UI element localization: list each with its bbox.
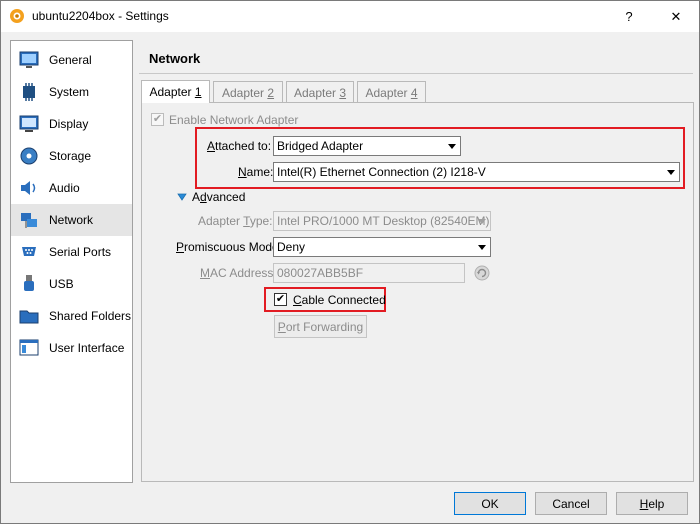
sidebar-item-user-interface[interactable]: User Interface xyxy=(11,332,132,364)
attached-to-select[interactable]: Bridged Adapter xyxy=(273,136,461,156)
tab-label: Adapter 1 xyxy=(149,85,202,99)
usb-icon xyxy=(17,272,41,296)
general-icon xyxy=(17,48,41,72)
sidebar-item-shared-folders[interactable]: Shared Folders xyxy=(11,300,132,332)
help-button[interactable]: Help xyxy=(616,492,688,515)
sidebar-item-label: Storage xyxy=(49,149,92,163)
sidebar-item-label: System xyxy=(49,85,90,99)
refresh-mac-button[interactable] xyxy=(473,264,491,282)
port-forwarding-label: Port Forwarding xyxy=(277,319,364,334)
sidebar-item-serial-ports[interactable]: Serial Ports xyxy=(11,236,132,268)
sidebar-item-network[interactable]: Network xyxy=(11,204,132,236)
network-icon xyxy=(17,208,41,232)
close-window-button[interactable]: ✕ xyxy=(653,1,699,32)
mac-address-label: MAC Address: xyxy=(200,266,277,280)
display-monitor-icon xyxy=(17,112,41,136)
audio-speaker-icon xyxy=(17,176,41,200)
sidebar-item-label: Display xyxy=(49,117,89,131)
promiscuous-mode-label: Promiscuous Mode: xyxy=(176,240,283,254)
tab-label: Adapter 4 xyxy=(365,85,418,100)
sidebar-item-label: General xyxy=(49,53,92,67)
tab-label: Adapter 2 xyxy=(221,85,275,100)
sidebar-item-label: Network xyxy=(49,213,94,227)
serial-port-icon xyxy=(17,240,41,264)
ok-button[interactable]: OK xyxy=(454,492,526,515)
sidebar-item-label: Audio xyxy=(49,181,80,195)
title-divider xyxy=(139,73,693,74)
promiscuous-mode-value: Deny xyxy=(277,240,306,254)
promiscuous-mode-select[interactable]: Deny xyxy=(273,237,491,257)
cancel-button[interactable]: Cancel xyxy=(535,492,607,515)
advanced-toggle[interactable]: Advanced xyxy=(177,190,245,204)
title-bar: ubuntu2204box - Settings ? ✕ xyxy=(1,1,699,32)
sidebar-item-usb[interactable]: USB xyxy=(11,268,132,300)
tab-label: Adapter 3 xyxy=(293,85,347,100)
sidebar-item-audio[interactable]: Audio xyxy=(11,172,132,204)
sidebar-item-label: Shared Folders xyxy=(49,309,132,323)
help-button-label: Help xyxy=(639,496,665,511)
sidebar-item-general[interactable]: General xyxy=(11,44,132,76)
sidebar-item-system[interactable]: System xyxy=(11,76,132,108)
cable-connected-checkbox[interactable]: ✔ xyxy=(274,293,287,306)
enable-adapter-label: Enable Network Adapter xyxy=(169,113,299,127)
port-forwarding-button[interactable]: Port Forwarding xyxy=(274,315,367,338)
adapter-type-label: Adapter Type: xyxy=(198,214,273,228)
sidebar-item-display[interactable]: Display xyxy=(11,108,132,140)
mac-address-field[interactable]: 080027ABB5BF xyxy=(273,263,465,283)
adapter-type-value: Intel PRO/1000 MT Desktop (82540EM) xyxy=(277,214,490,228)
storage-disk-icon xyxy=(17,144,41,168)
advanced-label: Advanced xyxy=(192,190,246,204)
user-interface-icon xyxy=(17,336,41,360)
adapter-name-select[interactable]: Intel(R) Ethernet Connection (2) I218-V xyxy=(273,162,680,182)
attached-to-value: Bridged Adapter xyxy=(277,139,364,153)
settings-sidebar: General System Display Storage Audio Net… xyxy=(10,40,133,483)
system-chip-icon xyxy=(17,80,41,104)
page-title: Network xyxy=(149,51,201,66)
tab-adapter-4[interactable]: Adapter 4 xyxy=(357,81,426,103)
cable-connected-label: Cable Connected xyxy=(293,293,386,307)
sidebar-item-label: Serial Ports xyxy=(49,245,112,259)
chevron-down-icon xyxy=(443,137,460,155)
refresh-icon xyxy=(474,265,490,281)
virtualbox-app-icon xyxy=(10,9,24,23)
attached-to-label: Attached to: xyxy=(207,139,272,153)
tab-adapter-3[interactable]: Adapter 3 xyxy=(286,81,354,103)
chevron-down-icon xyxy=(473,212,490,230)
name-label: Name: xyxy=(238,165,274,179)
adapter-name-value: Intel(R) Ethernet Connection (2) I218-V xyxy=(277,165,486,179)
sidebar-item-label: User Interface xyxy=(49,341,125,355)
enable-adapter-checkbox[interactable]: ✔ xyxy=(151,113,164,126)
shared-folder-icon xyxy=(17,304,41,328)
settings-window: ubuntu2204box - Settings ? ✕ General Sys… xyxy=(0,0,700,524)
window-title: ubuntu2204box - Settings xyxy=(32,9,169,23)
help-question-button[interactable]: ? xyxy=(606,1,652,32)
sidebar-item-label: USB xyxy=(49,277,74,291)
tab-adapter-2[interactable]: Adapter 2 xyxy=(213,81,283,103)
sidebar-item-storage[interactable]: Storage xyxy=(11,140,132,172)
expand-triangle-icon xyxy=(177,193,187,201)
tab-adapter-1[interactable]: Adapter 1 xyxy=(141,80,210,103)
adapter-type-select[interactable]: Intel PRO/1000 MT Desktop (82540EM) xyxy=(273,211,491,231)
chevron-down-icon xyxy=(662,163,679,181)
chevron-down-icon xyxy=(473,238,490,256)
